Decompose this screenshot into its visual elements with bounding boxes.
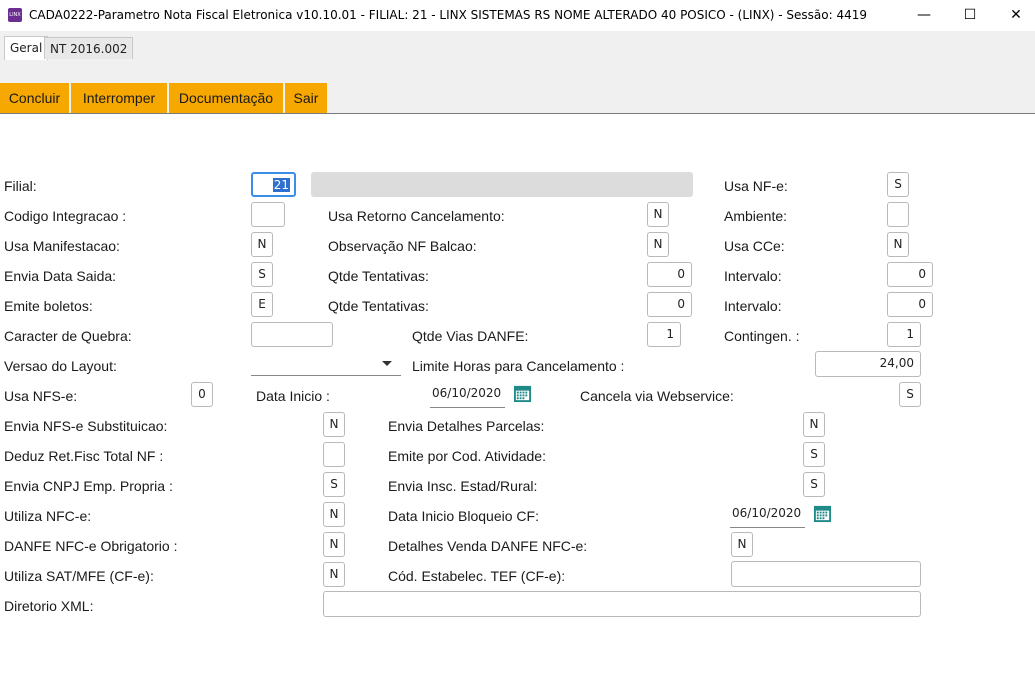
caracter-quebra-input[interactable]	[251, 322, 333, 347]
qtde-tentativas-2-label: Qtde Tentativas:	[328, 298, 429, 314]
usa-nfe-input[interactable]: S	[887, 172, 909, 197]
envia-data-saida-label: Envia Data Saida:	[4, 268, 117, 284]
envia-nfse-subst-label: Envia NFS-e Substituicao:	[4, 418, 168, 434]
envia-nfse-subst-input[interactable]: N	[323, 412, 345, 437]
data-inicio-label: Data Inicio :	[256, 388, 330, 404]
data-inicio-bloqueio-input[interactable]: 06/10/2020	[730, 502, 805, 528]
usa-cce-label: Usa CCe:	[724, 238, 785, 254]
utiliza-nfce-label: Utiliza NFC-e:	[4, 508, 92, 524]
diretorio-xml-input[interactable]	[323, 591, 921, 617]
observacao-nf-balcao-input[interactable]: N	[647, 232, 669, 257]
close-icon[interactable]: ✕	[993, 0, 1035, 31]
emite-boletos-label: Emite boletos:	[4, 298, 93, 314]
danfe-nfce-obrig-label: DANFE NFC-e Obrigatorio :	[4, 538, 178, 554]
documentacao-button[interactable]: Documentação	[169, 83, 284, 113]
qtde-tentativas-input[interactable]: 0	[647, 262, 692, 287]
chevron-down-icon	[382, 361, 392, 366]
deduz-ret-fisc-input[interactable]	[323, 442, 345, 467]
usa-nfe-label: Usa NF-e:	[724, 178, 788, 194]
envia-insc-estad-label: Envia Insc. Estad/Rural:	[388, 478, 538, 494]
usa-cce-input[interactable]: N	[887, 232, 909, 257]
filial-value: 21	[272, 178, 290, 192]
observacao-nf-balcao-label: Observação NF Balcao:	[328, 238, 477, 254]
envia-cnpj-emp-label: Envia CNPJ Emp. Propria :	[4, 478, 173, 494]
data-inicio-bloqueio-label: Data Inicio Bloqueio CF:	[388, 508, 539, 524]
emite-boletos-input[interactable]: E	[251, 292, 273, 317]
cod-estabelec-tef-input[interactable]	[731, 561, 921, 587]
intervalo-2-input[interactable]: 0	[887, 292, 933, 317]
cancela-webservice-input[interactable]: S	[899, 382, 921, 407]
contingen-label: Contingen. :	[724, 328, 800, 344]
cancela-webservice-label: Cancela via Webservice:	[580, 388, 734, 404]
calendar-icon[interactable]	[813, 504, 832, 523]
caracter-quebra-label: Caracter de Quebra:	[4, 328, 132, 344]
ambiente-label: Ambiente:	[724, 208, 788, 224]
diretorio-xml-label: Diretorio XML:	[4, 598, 94, 614]
window-title: CADA0222-Parametro Nota Fiscal Eletronic…	[29, 8, 868, 22]
limite-horas-label: Limite Horas para Cancelamento :	[412, 358, 625, 374]
data-inicio-input[interactable]: 06/10/2020	[430, 382, 505, 408]
usa-retorno-cancelamento-label: Usa Retorno Cancelamento:	[328, 208, 505, 224]
detalhes-venda-danfe-label: Detalhes Venda DANFE NFC-e:	[388, 538, 588, 554]
contingen-input[interactable]: 1	[887, 322, 921, 347]
cod-estabelec-tef-label: Cód. Estabelec. TEF (CF-e):	[388, 568, 566, 584]
filial-input[interactable]: 21	[251, 172, 296, 197]
utiliza-sat-input[interactable]: N	[323, 562, 345, 587]
qtde-vias-danfe-input[interactable]: 1	[647, 322, 681, 347]
filial-label: Filial:	[4, 178, 37, 194]
filial-name-field	[311, 172, 693, 197]
codigo-integracao-label: Codigo Integracao :	[4, 208, 127, 224]
intervalo-2-label: Intervalo:	[724, 298, 782, 314]
versao-layout-label: Versao do Layout:	[4, 358, 117, 374]
envia-cnpj-emp-input[interactable]: S	[323, 472, 345, 497]
minimize-icon[interactable]: —	[901, 0, 947, 31]
calendar-icon[interactable]	[513, 384, 532, 403]
danfe-nfce-obrig-input[interactable]: N	[323, 532, 345, 557]
envia-detalhes-parcelas-input[interactable]: N	[803, 412, 825, 437]
utiliza-sat-label: Utiliza SAT/MFE (CF-e):	[4, 568, 154, 584]
concluir-button[interactable]: Concluir	[0, 83, 70, 113]
intervalo-input[interactable]: 0	[887, 262, 933, 287]
utiliza-nfce-input[interactable]: N	[323, 502, 345, 527]
qtde-vias-danfe-label: Qtde Vias DANFE:	[412, 328, 529, 344]
envia-detalhes-parcelas-label: Envia Detalhes Parcelas:	[388, 418, 545, 434]
limite-horas-input[interactable]: 24,00	[815, 351, 921, 377]
maximize-icon[interactable]: ☐	[947, 0, 993, 31]
emite-cod-atividade-input[interactable]: S	[803, 442, 825, 467]
intervalo-label: Intervalo:	[724, 268, 782, 284]
envia-insc-estad-input[interactable]: S	[803, 472, 825, 497]
usa-nfse-input[interactable]: 0	[191, 382, 213, 407]
qtde-tentativas-label: Qtde Tentativas:	[328, 268, 429, 284]
app-icon: LINX	[8, 8, 22, 22]
codigo-integracao-input[interactable]	[251, 202, 285, 227]
emite-cod-atividade-label: Emite por Cod. Atividade:	[388, 448, 546, 464]
usa-manifestacao-label: Usa Manifestacao:	[4, 238, 120, 254]
interromper-button[interactable]: Interromper	[71, 83, 168, 113]
envia-data-saida-input[interactable]: S	[251, 262, 273, 287]
qtde-tentativas-2-input[interactable]: 0	[647, 292, 692, 317]
ambiente-input[interactable]	[887, 202, 909, 227]
versao-layout-select[interactable]	[251, 352, 401, 376]
usa-nfse-label: Usa NFS-e:	[4, 388, 78, 404]
detalhes-venda-danfe-input[interactable]: N	[731, 532, 753, 557]
tab-nt-2016-002[interactable]: NT 2016.002	[44, 37, 134, 59]
sair-button[interactable]: Sair	[285, 83, 328, 113]
usa-manifestacao-input[interactable]: N	[251, 232, 273, 257]
usa-retorno-cancelamento-input[interactable]: N	[647, 202, 669, 227]
deduz-ret-fisc-label: Deduz Ret.Fisc Total NF :	[4, 448, 164, 464]
tab-strip	[0, 31, 1035, 61]
tab-geral[interactable]: Geral	[4, 36, 49, 60]
